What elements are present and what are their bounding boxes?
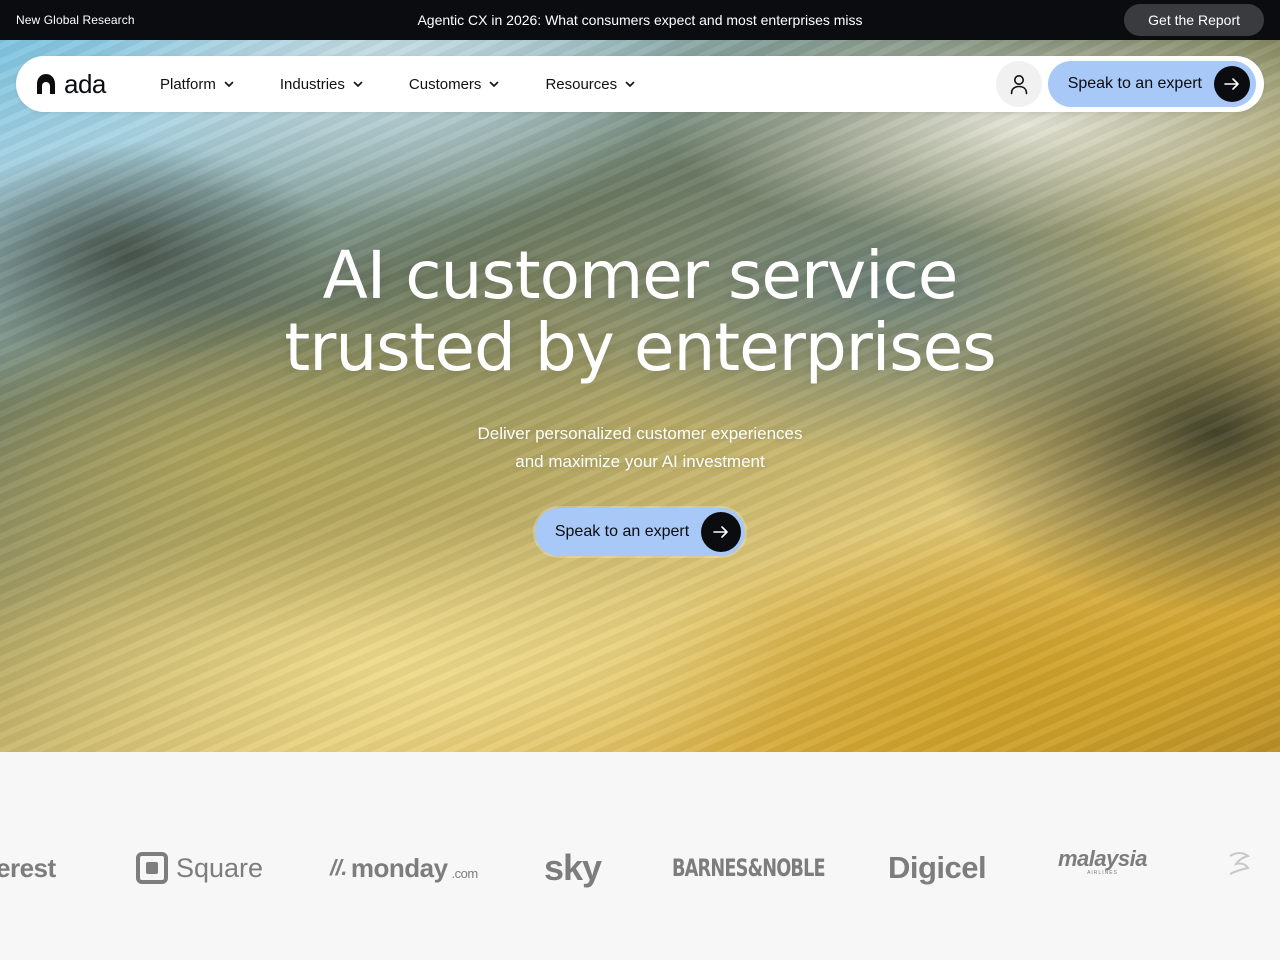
pinterest-logo: erest — [0, 848, 56, 888]
ada-logo[interactable]: ada — [36, 69, 160, 100]
hero-content: AI customer service trusted by enterpris… — [0, 240, 1280, 556]
speak-to-expert-label: Speak to an expert — [1067, 75, 1202, 92]
chevron-down-icon — [224, 81, 234, 87]
digicel-logo-text: Digicel — [888, 850, 987, 885]
nav-item-label: Industries — [279, 75, 345, 93]
square-logo-text: Square — [176, 852, 264, 883]
get-report-button[interactable]: Get the Report — [1124, 4, 1264, 36]
nav-menu: Platform Industries Customers Resources — [160, 76, 681, 93]
nav-item-label: Platform — [160, 75, 216, 93]
speak-to-expert-button[interactable]: Speak to an expert — [1047, 61, 1256, 107]
barnes-noble-logo: BARNES&NOBLE — [672, 848, 826, 888]
monday-logo: //. monday .com — [330, 848, 478, 888]
nav-item-label: Customers — [408, 75, 482, 93]
chevron-down-icon — [490, 81, 499, 87]
account-button[interactable] — [995, 61, 1042, 107]
sky-logo-text: sky — [544, 847, 602, 888]
hero-title: AI customer service trusted by enterpris… — [0, 240, 1280, 384]
chevron-down-icon — [625, 81, 635, 87]
hero-title-line-1: AI customer service — [322, 237, 959, 314]
barnes-noble-logo-text: BARNES&NOBLE — [672, 854, 826, 882]
hero-speak-to-expert-button[interactable]: Speak to an expert — [534, 508, 746, 556]
announcement-tag: New Global Research — [16, 13, 135, 27]
arrow-right-icon — [1214, 66, 1250, 102]
sky-logo: sky — [544, 847, 602, 888]
monday-logo-suffix: .com — [451, 865, 479, 881]
chevron-down-icon — [353, 81, 363, 87]
monday-logo-mark-icon: //. — [330, 855, 347, 880]
square-logo-mark-icon — [136, 852, 168, 884]
nav-item-label: Resources — [545, 75, 618, 93]
malaysia-logo-text: malaysia — [1058, 846, 1147, 871]
hero-subtitle-line-2: and maximize your AI investment — [515, 452, 765, 471]
malaysia-logo-subtext: AIRLINES — [1087, 870, 1118, 876]
hero-title-line-2: trusted by enterprises — [284, 309, 996, 386]
arrow-right-icon — [701, 512, 742, 552]
partial-logo-icon — [1226, 848, 1266, 880]
announcement-bar: New Global Research Agentic CX in 2026: … — [0, 0, 1280, 40]
malaysia-airlines-logo: malaysia AIRLINES — [1058, 848, 1147, 888]
hero-cta-wrap: Speak to an expert — [0, 508, 1280, 556]
ada-logo-mark-icon — [37, 74, 55, 94]
nav-actions: Speak to an expert — [995, 61, 1256, 107]
square-logo: Square — [136, 848, 263, 888]
announcement-headline[interactable]: Agentic CX in 2026: What consumers expec… — [0, 12, 1280, 28]
hero-subtitle: Deliver personalized customer experience… — [0, 420, 1280, 476]
main-navigation: ada Platform Industries Customers Resour… — [16, 56, 1264, 112]
digicel-logo: Digicel — [888, 848, 987, 888]
brand-name: ada — [64, 68, 106, 99]
pinterest-logo-text: erest — [0, 852, 56, 883]
hero-subtitle-line-1: Deliver personalized customer experience… — [477, 424, 803, 443]
nav-item-platform[interactable]: Platform — [160, 76, 234, 93]
nav-item-customers[interactable]: Customers — [409, 76, 500, 93]
nav-item-industries[interactable]: Industries — [280, 76, 363, 93]
monday-logo-text: monday — [350, 852, 448, 883]
user-icon — [1010, 75, 1027, 95]
nav-item-resources[interactable]: Resources — [545, 76, 635, 93]
customer-logos: erest Square //. monday .com sky BARNES&… — [0, 752, 1280, 960]
hero-cta-label: Speak to an expert — [554, 523, 690, 540]
